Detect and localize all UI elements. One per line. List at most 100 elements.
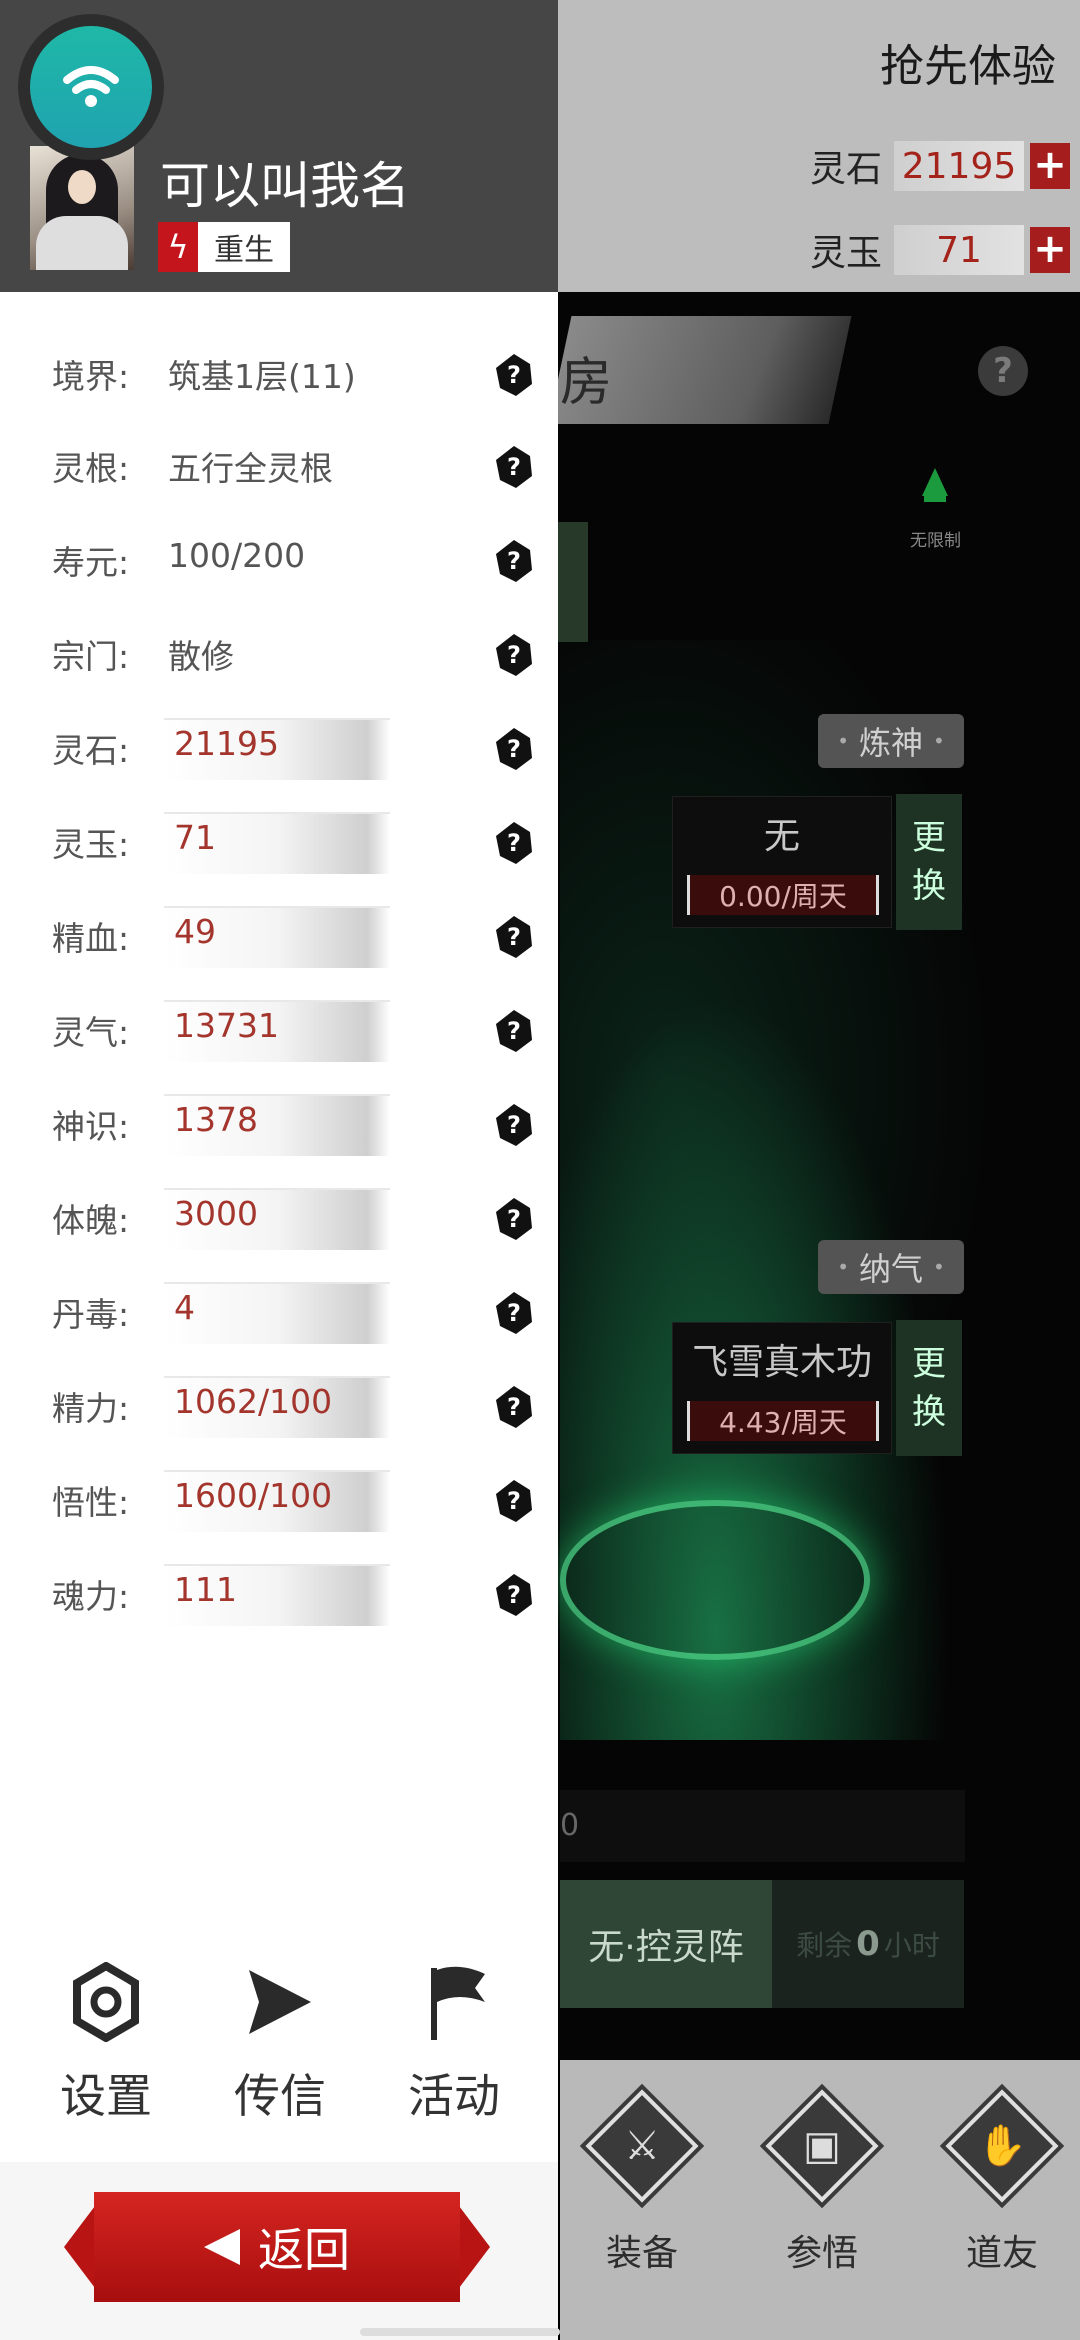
settings-button[interactable]: 设置 <box>26 1962 186 2126</box>
help-icon[interactable]: ? <box>494 538 534 584</box>
help-icon[interactable]: ? <box>494 1196 534 1242</box>
remaining-prefix: 剩余 <box>796 1929 853 1962</box>
stat-value: 1062/100 <box>174 1382 333 1421</box>
stat-label: 悟性: <box>52 1483 130 1522</box>
nav-label: 装备 <box>605 2233 678 2274</box>
help-icon[interactable]: ? <box>494 1008 534 1054</box>
help-icon[interactable]: ? <box>494 914 534 960</box>
svg-text:?: ? <box>507 1299 521 1327</box>
stat-label: 精血: <box>52 919 130 958</box>
svg-text:?: ? <box>507 829 521 857</box>
return-area: 返回 <box>0 2162 558 2340</box>
slot-rate: 0.00/周天 <box>687 875 879 915</box>
stat-label: 神识: <box>52 1107 130 1146</box>
stat-value: 13731 <box>174 1006 279 1045</box>
help-icon[interactable]: ? <box>494 632 534 678</box>
network-float-button[interactable] <box>18 14 164 160</box>
absorb-qi-tag: 纳气 <box>818 1240 964 1294</box>
help-icon[interactable]: ? <box>494 444 534 490</box>
username: 可以叫我名 <box>160 157 410 215</box>
stat-row: 境界: 筑基1层(11)? <box>0 344 558 406</box>
send-message-button[interactable]: 传信 <box>200 1962 360 2126</box>
stat-label: 寿元: <box>52 543 130 582</box>
array-ring <box>560 1500 870 1660</box>
svg-text:?: ? <box>507 1017 521 1045</box>
slot-name: 飞雪真木功 <box>691 1342 872 1383</box>
svg-text:?: ? <box>507 1487 521 1515</box>
absorb-qi-slot[interactable]: 飞雪真木功 4.43/周天 <box>672 1322 892 1454</box>
help-icon[interactable]: ? <box>494 1290 534 1336</box>
swap-button[interactable]: 更 换 <box>896 1320 962 1456</box>
svg-text:?: ? <box>507 1581 521 1609</box>
svg-text:?: ? <box>507 641 521 669</box>
book-icon: ▣ <box>764 2088 880 2204</box>
nav-label: 道友 <box>965 2233 1038 2274</box>
remaining-time: 剩余 0 小时 <box>772 1880 964 2008</box>
svg-text:?: ? <box>507 1393 521 1421</box>
svg-text:?: ? <box>507 1205 521 1233</box>
send-label: 传信 <box>234 2069 326 2123</box>
stat-value: 1378 <box>174 1100 258 1139</box>
nav-friends[interactable]: ✋ 道友 <box>922 2088 1080 2276</box>
stat-label: 灵玉: <box>52 825 130 864</box>
spirit-stone-resource: 灵石 21195 + <box>810 138 1070 194</box>
stat-row: 寿元: 100/200? <box>0 530 558 592</box>
stat-row: 悟性: 1600/100? <box>0 1470 558 1532</box>
help-icon[interactable]: ? <box>494 352 534 398</box>
back-arrow-icon <box>204 2229 240 2265</box>
stat-value: 21195 <box>174 724 279 763</box>
svg-text:?: ? <box>507 1111 521 1139</box>
resource-label: 灵石 <box>809 149 882 190</box>
resource-value: 21195 <box>894 141 1024 191</box>
add-spirit-stone-button[interactable]: + <box>1030 143 1070 189</box>
spirit-jade-resource: 灵玉 71 + <box>810 222 1070 278</box>
stat-value: 五行全灵根 <box>168 449 333 488</box>
early-access-button[interactable]: 抢先体验 <box>880 30 1056 94</box>
help-icon[interactable]: ? <box>494 726 534 772</box>
room-help-icon[interactable]: ? <box>978 346 1028 396</box>
stat-value: 1600/100 <box>174 1476 333 1515</box>
stat-row: 精力: 1062/100? <box>0 1376 558 1438</box>
stat-value: 71 <box>174 818 216 857</box>
stat-row: 灵玉: 71? <box>0 812 558 874</box>
events-button[interactable]: 活动 <box>374 1962 534 2126</box>
refine-spirit-tag: 炼神 <box>818 714 964 768</box>
stat-value: 散修 <box>168 637 234 676</box>
settings-icon <box>73 1962 139 2042</box>
limit-icon[interactable] <box>918 466 952 504</box>
swap-char: 更 <box>912 818 946 858</box>
swap-char: 更 <box>912 1344 946 1384</box>
home-indicator[interactable] <box>360 2328 560 2336</box>
svg-text:?: ? <box>507 547 521 575</box>
nav-label: 参悟 <box>785 2233 858 2274</box>
stat-row: 灵石: 21195? <box>0 718 558 780</box>
slot-rate: 4.43/周天 <box>687 1401 879 1441</box>
stat-label: 丹毒: <box>52 1295 130 1334</box>
return-button[interactable]: 返回 <box>64 2192 490 2302</box>
progress-bar: 0 <box>560 1790 965 1862</box>
help-icon[interactable]: ? <box>494 1478 534 1524</box>
help-icon[interactable]: ? <box>494 1384 534 1430</box>
nav-comprehend[interactable]: ▣ 参悟 <box>742 2088 902 2276</box>
spirit-array-button[interactable]: 无·控灵阵 <box>560 1880 772 2008</box>
stat-row: 魂力: 111? <box>0 1564 558 1626</box>
slot-name: 无 <box>763 816 800 857</box>
stat-row: 灵根: 五行全灵根? <box>0 436 558 498</box>
remaining-value: 0 <box>856 1924 880 1964</box>
help-icon[interactable]: ? <box>494 820 534 866</box>
remaining-suffix: 小时 <box>883 1929 940 1962</box>
stat-row: 宗门: 散修? <box>0 624 558 686</box>
room-title: 房 <box>560 353 613 413</box>
side-panel-edge <box>558 522 588 642</box>
add-spirit-jade-button[interactable]: + <box>1030 227 1070 273</box>
stat-row: 丹毒: 4? <box>0 1282 558 1344</box>
avatar[interactable] <box>30 146 134 270</box>
rebirth-badge[interactable]: ϟ 重生 <box>158 222 290 272</box>
stat-row: 体魄: 3000? <box>0 1188 558 1250</box>
help-icon[interactable]: ? <box>494 1102 534 1148</box>
nav-equipment[interactable]: ⚔ 装备 <box>562 2088 722 2276</box>
svg-text:?: ? <box>507 923 521 951</box>
swap-button[interactable]: 更 换 <box>896 794 962 930</box>
help-icon[interactable]: ? <box>494 1572 534 1618</box>
refine-spirit-slot[interactable]: 无 0.00/周天 <box>672 796 892 928</box>
